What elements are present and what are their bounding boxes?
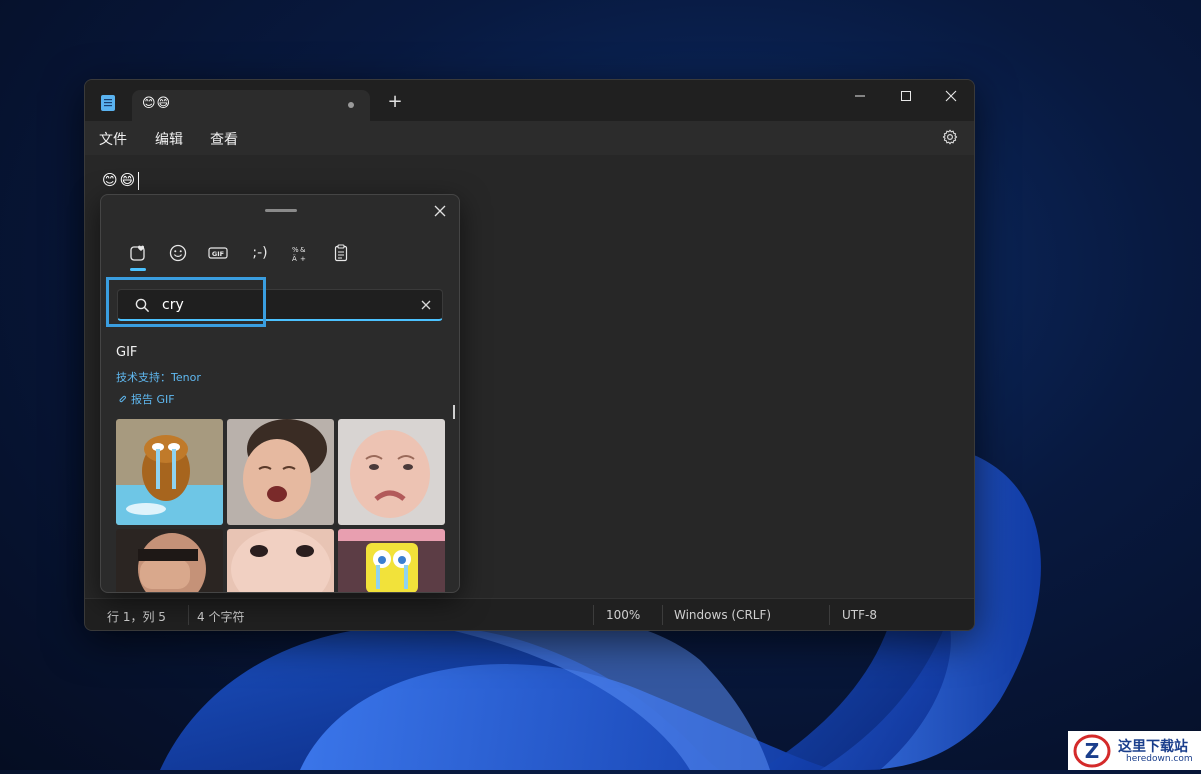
section-title: GIF bbox=[116, 345, 138, 360]
tab-gif[interactable]: GIF bbox=[206, 241, 230, 265]
plus-icon[interactable]: + bbox=[385, 92, 405, 112]
title-bar[interactable]: 😊😄 + bbox=[85, 80, 974, 121]
gif-spongebob-crying[interactable] bbox=[338, 529, 445, 592]
zoom-level[interactable]: 100% bbox=[606, 608, 640, 622]
status-divider bbox=[829, 605, 830, 625]
powered-by-link[interactable]: 技术支持：Tenor bbox=[116, 369, 201, 385]
gif-crying-cartoon[interactable] bbox=[116, 419, 223, 525]
clipboard-icon bbox=[334, 244, 348, 262]
status-bar: 行 1，列 5 4 个字符 100% Windows (CRLF) UTF-8 bbox=[85, 598, 974, 630]
status-divider bbox=[593, 605, 594, 625]
annotation-highlight-box bbox=[106, 277, 266, 327]
minimize-button[interactable] bbox=[837, 80, 883, 112]
gif-crying-baby-2[interactable] bbox=[338, 419, 445, 525]
menu-view[interactable]: 查看 bbox=[210, 129, 238, 149]
editor-text: 😊😄 bbox=[102, 171, 138, 189]
close-icon[interactable] bbox=[430, 201, 450, 221]
maximize-button[interactable] bbox=[883, 80, 929, 112]
menu-file[interactable]: 文件 bbox=[99, 129, 127, 149]
drag-handle[interactable] bbox=[265, 209, 297, 212]
gif-icon: GIF bbox=[208, 247, 228, 259]
gif-grid bbox=[116, 419, 446, 592]
gif-baby-face[interactable] bbox=[227, 529, 334, 592]
tab-symbols[interactable]: % & Ä + bbox=[287, 241, 311, 265]
recent-favorites-icon bbox=[130, 245, 145, 261]
status-divider bbox=[662, 605, 663, 625]
link-icon bbox=[119, 395, 126, 403]
report-label: 报告 GIF bbox=[131, 393, 175, 406]
document-tab[interactable]: 😊😄 bbox=[132, 90, 370, 121]
gear-icon[interactable] bbox=[942, 129, 958, 145]
tab-clipboard[interactable] bbox=[329, 241, 353, 265]
encoding[interactable]: UTF-8 bbox=[842, 608, 877, 622]
cursor-position: 行 1，列 5 bbox=[107, 610, 166, 624]
watermark-logo: Z 这里下载站 heredown.com bbox=[1068, 731, 1201, 770]
gif-crying-baby-1[interactable] bbox=[227, 419, 334, 525]
unsaved-dot-icon bbox=[348, 102, 354, 108]
gif-thumbnail bbox=[227, 419, 334, 525]
watermark-text: 这里下载站 bbox=[1118, 739, 1188, 755]
svg-text:&: & bbox=[300, 246, 306, 254]
emoji-icon bbox=[169, 244, 187, 262]
svg-text:Ä: Ä bbox=[292, 254, 297, 263]
menu-bar: 文件 编辑 查看 bbox=[85, 121, 974, 155]
svg-text:+: + bbox=[300, 255, 306, 263]
tab-favorites[interactable] bbox=[126, 241, 150, 265]
menu-edit[interactable]: 编辑 bbox=[155, 129, 183, 149]
active-tab-indicator bbox=[130, 268, 146, 271]
symbols-icon: % & Ä + bbox=[292, 246, 306, 263]
gif-thumbnail bbox=[227, 529, 334, 592]
gif-thumbnail bbox=[338, 419, 445, 525]
status-divider bbox=[188, 605, 189, 625]
kaomoji-icon: ;-) bbox=[252, 245, 268, 261]
svg-text:Z: Z bbox=[1085, 739, 1100, 763]
close-button[interactable] bbox=[928, 80, 974, 112]
notepad-icon bbox=[101, 95, 115, 111]
scrollbar[interactable] bbox=[453, 405, 455, 419]
gif-crying-man[interactable] bbox=[116, 529, 223, 592]
editor-content[interactable]: 😊😄 bbox=[102, 171, 140, 190]
clear-icon[interactable] bbox=[418, 297, 434, 313]
watermark-subtext: heredown.com bbox=[1126, 754, 1193, 764]
tab-kaomoji[interactable]: ;-) bbox=[246, 241, 274, 265]
emoji-panel: GIF ;-) % & Ä + GIF 技术支持：Te bbox=[100, 194, 460, 593]
minimize-icon bbox=[855, 95, 865, 97]
gif-thumbnail bbox=[116, 529, 223, 592]
close-icon bbox=[945, 90, 957, 102]
char-count: 4 个字符 bbox=[197, 610, 245, 624]
report-gif-link[interactable]: 报告 GIF bbox=[116, 391, 175, 407]
line-ending[interactable]: Windows (CRLF) bbox=[674, 608, 771, 622]
logo-icon: Z bbox=[1073, 734, 1111, 768]
gif-thumbnail bbox=[116, 419, 223, 525]
svg-text:GIF: GIF bbox=[212, 250, 224, 258]
maximize-icon bbox=[901, 91, 911, 101]
tab-title: 😊😄 bbox=[142, 96, 172, 111]
gif-thumbnail bbox=[338, 529, 445, 592]
tab-emoji[interactable] bbox=[166, 241, 190, 265]
text-caret bbox=[138, 171, 140, 190]
svg-text:%: % bbox=[292, 246, 299, 254]
